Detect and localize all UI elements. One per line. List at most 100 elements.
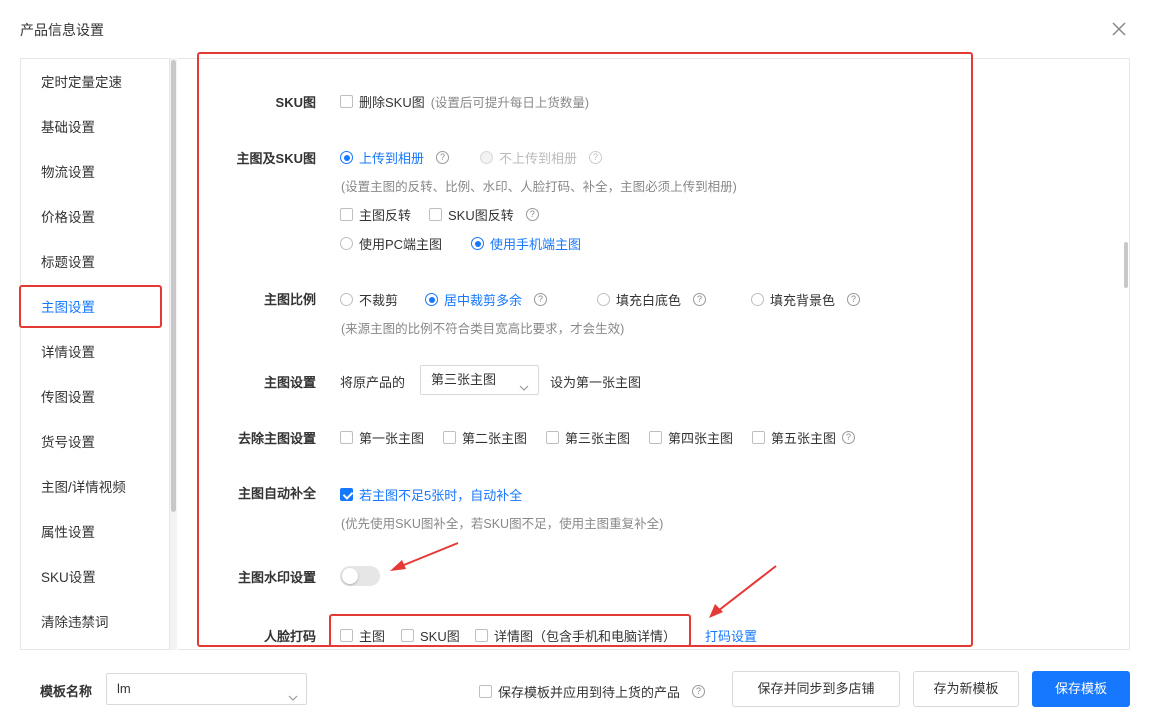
fill-white-radio[interactable]: [597, 293, 610, 306]
no-crop-option[interactable]: 不裁剪: [340, 290, 398, 309]
sku-image-label: SKU图: [275, 95, 316, 110]
remove-first-checkbox[interactable]: [340, 431, 353, 444]
no-upload-radio: [480, 151, 493, 164]
remove-second-checkbox[interactable]: [443, 431, 456, 444]
sidebar-item-price[interactable]: 价格设置: [21, 195, 169, 240]
fill-white-option[interactable]: 填充白底色 ?: [597, 290, 707, 309]
flip-sku-checkbox[interactable]: [429, 208, 442, 221]
face-sku-option[interactable]: SKU图: [401, 626, 460, 645]
delete-sku-option[interactable]: 删除SKU图 (设置后可提升每日上货数量): [340, 92, 589, 111]
autofill-hint: (优先使用SKU图补全，若SKU图不足，使用主图重复补全): [341, 517, 664, 531]
use-pc-radio[interactable]: [340, 237, 353, 250]
ratio-hint: (来源主图的比例不符合类目宽高比要求，才会生效): [341, 322, 625, 336]
remove-fifth-label: 第五张主图: [771, 431, 837, 446]
face-sku-checkbox[interactable]: [401, 629, 414, 642]
sidebar-scrollbar[interactable]: [170, 58, 177, 650]
chevron-down-icon: [288, 684, 298, 701]
sidebar-item-basic[interactable]: 基础设置: [21, 105, 169, 150]
face-main-label: 主图: [359, 629, 386, 644]
mask-settings-link[interactable]: 打码设置: [705, 626, 757, 645]
help-icon[interactable]: ?: [842, 431, 856, 444]
content-scroll-thumb[interactable]: [1124, 242, 1128, 288]
autofill-option[interactable]: 若主图不足5张时，自动补全: [340, 485, 522, 504]
upload-album-option[interactable]: 上传到相册 ?: [340, 148, 450, 167]
remove-first-option[interactable]: 第一张主图: [340, 428, 424, 447]
watermark-toggle[interactable]: [340, 566, 380, 586]
sidebar-item-attributes[interactable]: 属性设置: [21, 510, 169, 555]
sidebar-item-schedule[interactable]: 定时定量定速: [21, 60, 169, 105]
flip-sku-label: SKU图反转: [448, 208, 514, 223]
delete-sku-checkbox[interactable]: [340, 95, 353, 108]
help-icon[interactable]: ?: [436, 151, 450, 164]
template-name-label: 模板名称: [40, 684, 93, 699]
center-crop-option[interactable]: 居中裁剪多余 ?: [425, 290, 548, 309]
remove-fifth-checkbox[interactable]: [752, 431, 765, 444]
remove-label: 去除主图设置: [237, 431, 316, 446]
save-template-button[interactable]: 保存模板: [1032, 671, 1130, 707]
face-main-checkbox[interactable]: [340, 629, 353, 642]
apply-template-label: 保存模板并应用到待上货的产品: [498, 685, 681, 700]
sidebar-item-banned-words[interactable]: 清除违禁词: [21, 600, 169, 645]
ratio-label: 主图比例: [263, 292, 316, 307]
fill-bg-label: 填充背景色: [770, 293, 836, 308]
remove-fourth-option[interactable]: 第四张主图: [649, 428, 733, 447]
face-detail-label: 详情图（包含手机和电脑详情）: [494, 629, 677, 644]
fill-bg-option[interactable]: 填充背景色 ?: [751, 290, 861, 309]
help-icon[interactable]: ?: [589, 151, 603, 164]
save-sync-button[interactable]: 保存并同步到多店铺: [732, 671, 900, 707]
flip-sku-option[interactable]: SKU图反转 ?: [429, 205, 539, 224]
autofill-checkbox[interactable]: [340, 488, 353, 501]
use-pc-label: 使用PC端主图: [359, 237, 443, 252]
remove-third-checkbox[interactable]: [546, 431, 559, 444]
template-name-select[interactable]: lm: [106, 673, 307, 705]
use-mobile-radio[interactable]: [471, 237, 484, 250]
flip-main-option[interactable]: 主图反转: [340, 205, 411, 224]
help-icon[interactable]: ?: [525, 208, 539, 221]
remove-second-option[interactable]: 第二张主图: [443, 428, 527, 447]
main-sku-label: 主图及SKU图: [236, 151, 316, 166]
help-icon[interactable]: ?: [692, 685, 706, 698]
delete-sku-label: 删除SKU图: [359, 95, 425, 110]
face-detail-checkbox[interactable]: [475, 629, 488, 642]
annotation-arrow-icon: [709, 565, 777, 618]
dialog-header: 产品信息设置: [0, 0, 1153, 58]
autofill-label: 主图自动补全: [237, 486, 316, 501]
toggle-knob: [342, 568, 358, 584]
upload-album-radio[interactable]: [340, 151, 353, 164]
face-label: 人脸打码: [263, 629, 316, 644]
main-set-prefix: 将原产品的: [340, 375, 406, 390]
help-icon[interactable]: ?: [847, 293, 861, 306]
no-crop-radio[interactable]: [340, 293, 353, 306]
use-pc-option[interactable]: 使用PC端主图: [340, 234, 442, 253]
remove-fourth-label: 第四张主图: [668, 431, 734, 446]
close-icon[interactable]: [1110, 20, 1128, 38]
apply-template-option[interactable]: 保存模板并应用到待上货的产品 ?: [479, 682, 706, 701]
template-name-value: lm: [117, 681, 131, 696]
sidebar-item-upload[interactable]: 传图设置: [21, 375, 169, 420]
sidebar-scroll-thumb[interactable]: [171, 60, 176, 512]
face-detail-option[interactable]: 详情图（包含手机和电脑详情）: [475, 626, 676, 645]
apply-template-checkbox[interactable]: [479, 685, 492, 698]
remove-fourth-checkbox[interactable]: [649, 431, 662, 444]
sidebar-item-sku[interactable]: SKU设置: [21, 555, 169, 600]
help-icon[interactable]: ?: [693, 293, 707, 306]
fill-bg-radio[interactable]: [751, 293, 764, 306]
sidebar-item-video[interactable]: 主图/详情视频: [21, 465, 169, 510]
delete-sku-hint: (设置后可提升每日上货数量): [430, 96, 590, 110]
flip-main-checkbox[interactable]: [340, 208, 353, 221]
remove-third-option[interactable]: 第三张主图: [546, 428, 630, 447]
face-main-option[interactable]: 主图: [340, 626, 385, 645]
center-crop-radio[interactable]: [425, 293, 438, 306]
remove-second-label: 第二张主图: [462, 431, 528, 446]
save-as-new-button[interactable]: 存为新模板: [913, 671, 1019, 707]
sidebar-item-title[interactable]: 标题设置: [21, 240, 169, 285]
remove-fifth-option[interactable]: 第五张主图 ?: [752, 428, 856, 447]
help-icon[interactable]: ?: [534, 293, 548, 306]
main-image-select[interactable]: 第三张主图: [420, 365, 539, 395]
sidebar-item-main-image[interactable]: 主图设置: [21, 285, 169, 330]
sidebar-item-item-no[interactable]: 货号设置: [21, 420, 169, 465]
sidebar-item-logistics[interactable]: 物流设置: [21, 150, 169, 195]
content-scrollbar[interactable]: [1120, 58, 1130, 650]
use-mobile-option[interactable]: 使用手机端主图: [471, 234, 581, 253]
sidebar-item-detail[interactable]: 详情设置: [21, 330, 169, 375]
